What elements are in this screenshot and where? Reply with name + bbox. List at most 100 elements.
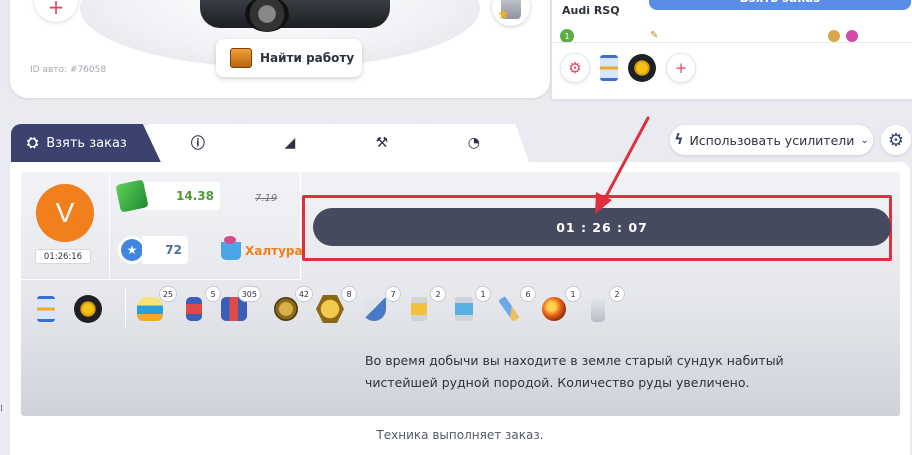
add-boost-button[interactable]: +: [666, 53, 696, 83]
xp-stat: ★ 72: [118, 236, 188, 264]
jar-icon: [186, 297, 202, 321]
status-text: Техника выполняет заказ.: [376, 428, 544, 442]
whistle-icon: [362, 297, 386, 321]
speedometer-icon: ◔: [467, 135, 480, 151]
item-count: 25: [158, 286, 177, 302]
fuel-button[interactable]: [492, 0, 530, 26]
plus-icon: +: [674, 59, 688, 77]
bonus-label-text: Халтура: [245, 244, 303, 258]
gear-small-icon: ⚙: [568, 59, 582, 77]
inventory-item[interactable]: [73, 294, 103, 324]
inventory-item[interactable]: [31, 294, 61, 324]
item-count: 2: [430, 286, 446, 302]
settings-button[interactable]: ⚙: [881, 125, 911, 155]
tab-stats[interactable]: ◔: [418, 124, 529, 162]
money-icon: [115, 179, 149, 213]
level-badge: 1: [560, 29, 574, 43]
gold-tire-icon: [74, 295, 102, 323]
money-old-value: 7.19: [255, 193, 278, 204]
money-value: 14.38: [142, 182, 220, 210]
flame-mini-icon: [846, 30, 858, 42]
plus-icon: +: [47, 0, 65, 19]
item-count: 7: [385, 286, 401, 302]
event-message-line: Во время добычи вы находите в земле стар…: [365, 353, 784, 368]
inventory-item[interactable]: 7: [359, 286, 401, 324]
order-timer: 01 : 26 : 07: [313, 208, 891, 246]
item-count: 1: [565, 286, 581, 302]
hourglass-icon[interactable]: [600, 55, 618, 81]
chevron-down-icon: ⌄: [860, 134, 869, 146]
settings-small-button[interactable]: ⚙: [560, 53, 590, 83]
tools-icon: ⚒: [375, 135, 389, 151]
star-icon: ★: [121, 239, 143, 261]
inventory-item[interactable]: 42: [271, 286, 313, 324]
add-car-button[interactable]: +: [34, 0, 78, 22]
divider: [125, 288, 126, 328]
pencil-icon: [498, 296, 520, 322]
event-message: Во время добычи вы находите в земле стар…: [365, 350, 785, 394]
car-info-panel: Audi RSQ Взять заказ 1 ✎ ⚙ +: [551, 0, 912, 99]
mini-status-icons: [828, 30, 858, 42]
yellow-cup-icon: [411, 297, 427, 321]
divider: [552, 42, 912, 43]
cake-icon: [137, 297, 163, 321]
inventory-item[interactable]: 6: [494, 286, 536, 324]
medal-mini-icon: [828, 30, 840, 42]
timer-highlight: 01 : 26 : 07: [302, 195, 892, 261]
side-decoration: ⁞: [0, 404, 3, 414]
take-order-top-button[interactable]: Взять заказ: [649, 0, 911, 10]
orb-icon: [542, 297, 566, 321]
order-panel: V 01:26:16 14.38 7.19 ★ 72 Халтура 01 : …: [21, 172, 900, 416]
money-stat: 14.38: [115, 179, 220, 213]
basket-icon: [221, 236, 241, 260]
fuel-can-icon: [497, 0, 521, 23]
use-boosters-label: Использовать усилители: [689, 132, 855, 148]
order-card: V 01:26:16 14.38 7.19 ★ 72 Халтура 01 : …: [10, 162, 910, 455]
inventory-row: 25 5 305 42 8 7 2 1 6 1 2: [21, 280, 900, 332]
item-count: 1: [475, 286, 491, 302]
car-image: [200, 0, 390, 28]
tab-take-order[interactable]: ⛭ Взять заказ: [11, 124, 161, 162]
inventory-item[interactable]: 8: [315, 286, 357, 324]
gold-tire-icon[interactable]: [628, 54, 656, 82]
car-name: Audi RSQ: [562, 4, 620, 17]
info-icon: ⓘ: [190, 136, 205, 152]
boost-row: ⚙ +: [560, 53, 696, 83]
gear-icon: ⚙: [887, 129, 905, 151]
tab-take-order-label: Взять заказ: [46, 135, 127, 151]
wrench-icon: ✎: [650, 30, 659, 41]
find-work-label: Найти работу: [260, 51, 355, 65]
hex-coin-icon: [316, 295, 344, 323]
inventory-item[interactable]: 1: [449, 286, 491, 324]
avatar-section: V 01:26:16: [21, 172, 110, 280]
item-count: 305: [237, 286, 261, 302]
tab-bar: ⛭ Взять заказ ⓘ ◢ ⚒ ◔: [11, 124, 529, 162]
inventory-item[interactable]: 25: [135, 286, 177, 324]
chest-icon: [230, 48, 252, 68]
inventory-item[interactable]: 2: [404, 286, 446, 324]
lightning-icon: ϟ: [674, 132, 684, 148]
find-work-button[interactable]: Найти работу: [216, 39, 362, 77]
avatar-timer: 01:26:16: [35, 249, 91, 264]
item-count: 2: [609, 286, 625, 302]
event-message-line: чистейшей рудной породой. Количество руд…: [365, 375, 750, 390]
stats-section: 14.38 7.19 ★ 72 Халтура: [110, 172, 303, 280]
avatar[interactable]: V: [36, 184, 94, 242]
car-id: ID авто: #76058: [30, 65, 107, 75]
item-count: 42: [294, 286, 313, 302]
car-panel: + ID авто: #76058 Найти работу: [10, 0, 550, 98]
bottle-icon: [591, 296, 605, 322]
xp-value: 72: [142, 236, 188, 264]
item-count: 6: [520, 286, 536, 302]
inventory-item[interactable]: 5: [179, 286, 221, 324]
inventory-item[interactable]: 1: [539, 286, 581, 324]
inventory-item[interactable]: 305: [219, 286, 261, 324]
inventory-item[interactable]: 2: [583, 286, 625, 324]
engine-icon: ⛭: [27, 135, 39, 151]
use-boosters-dropdown[interactable]: ϟ Использовать усилители ⌄: [670, 125, 873, 155]
bonus-label: Халтура: [221, 236, 303, 260]
blue-cup-icon: [455, 297, 473, 321]
medal-icon: [274, 297, 298, 321]
item-count: 8: [341, 286, 357, 302]
hourglass-icon: [37, 296, 55, 322]
